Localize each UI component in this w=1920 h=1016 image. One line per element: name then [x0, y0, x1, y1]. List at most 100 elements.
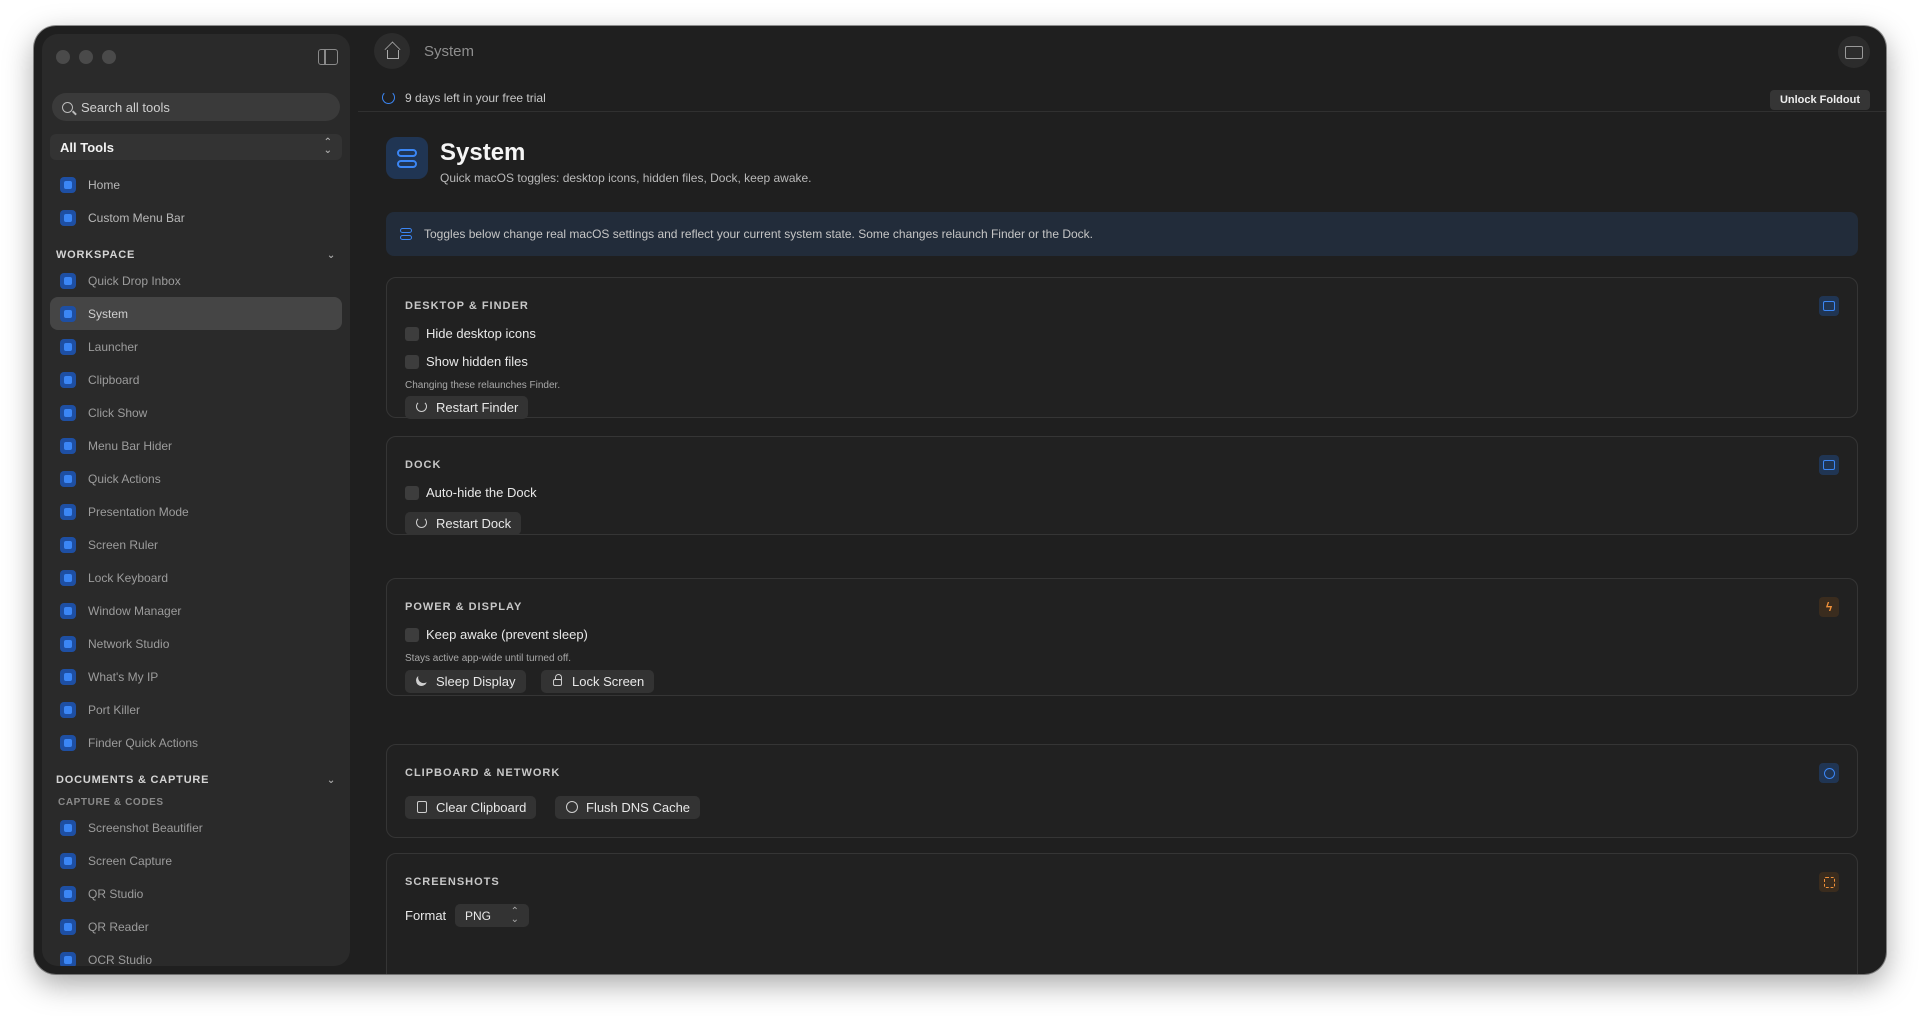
command-icon	[60, 338, 76, 355]
checkbox-label: Auto-hide the Dock	[426, 485, 537, 500]
sidebar-item-label: Network Studio	[88, 636, 170, 651]
checkbox[interactable]	[405, 326, 419, 341]
sidebar-item-custom-menu-bar[interactable]: Custom Menu Bar	[50, 201, 342, 234]
card-screenshots: SCREENSHOTS Format PNG ⌃ ⌄	[386, 853, 1858, 974]
sidebar-item-port-killer[interactable]: Port Killer	[50, 693, 342, 726]
bolt-icon: ϟ	[1819, 597, 1839, 617]
clipboard-icon	[416, 801, 427, 813]
sidebar-item-qr-studio[interactable]: QR Studio	[50, 877, 342, 910]
section-workspace[interactable]: WORKSPACE ⌄	[50, 238, 342, 264]
card-power-display: POWER & DISPLAY ϟ Keep awake (prevent sl…	[386, 578, 1858, 696]
format-label: Format	[405, 908, 447, 923]
sidebar-item-network-studio[interactable]: Network Studio	[50, 627, 342, 660]
close-window-button[interactable]	[56, 50, 70, 64]
button-label: Restart Finder	[436, 400, 519, 415]
lock-icon	[553, 674, 562, 686]
home-button[interactable]	[374, 33, 410, 69]
restart-dock-button[interactable]: Restart Dock	[405, 512, 522, 535]
capture-icon	[60, 852, 76, 869]
checkbox-label: Show hidden files	[426, 354, 528, 369]
content-scroll[interactable]: System Quick macOS toggles: desktop icon…	[358, 113, 1886, 974]
app-window: Search all tools All Tools ⌃ ⌄ Home Custo…	[34, 26, 1886, 974]
sidebar-item-label: Screenshot Beautifier	[88, 820, 203, 835]
timer-icon	[382, 91, 395, 104]
sidebar-item-label: What's My IP	[88, 669, 159, 684]
sidebar-item-clipboard[interactable]: Clipboard	[50, 363, 342, 396]
qr-code-icon	[60, 885, 76, 902]
sidebar-item-screenshot-beautifier[interactable]: Screenshot Beautifier	[50, 811, 342, 844]
sleep-display-button[interactable]: Sleep Display	[405, 670, 526, 693]
inbox-icon	[60, 272, 76, 289]
sidebar-item-menu-bar-hider[interactable]: Menu Bar Hider	[50, 429, 342, 462]
sidebar-item-label: Home	[88, 177, 121, 192]
moon-icon	[414, 673, 428, 687]
sidebar-item-label: QR Reader	[88, 919, 149, 934]
sidebar-item-whats-my-ip[interactable]: What's My IP	[50, 660, 342, 693]
unlock-button[interactable]: Unlock Foldout	[1769, 90, 1870, 110]
zoom-window-button[interactable]	[102, 50, 116, 64]
minimize-window-button[interactable]	[79, 50, 93, 64]
lock-screen-button[interactable]: Lock Screen	[541, 670, 655, 693]
chevron-down-icon: ⌄	[326, 775, 336, 786]
sidebar-item-presentation-mode[interactable]: Presentation Mode	[50, 495, 342, 528]
format-select[interactable]: PNG ⌃ ⌄	[455, 904, 529, 927]
button-label: Clear Clipboard	[436, 800, 527, 815]
globe-icon	[565, 801, 578, 813]
screen-share-button[interactable]	[1838, 36, 1870, 68]
globe-icon	[1819, 763, 1839, 783]
gear-icon	[60, 734, 76, 751]
sidebar-item-quick-actions[interactable]: Quick Actions	[50, 462, 342, 495]
chevron-updown-icon: ⌃ ⌄	[323, 137, 332, 156]
window-controls	[56, 50, 116, 64]
sidebar-item-quick-drop-inbox[interactable]: Quick Drop Inbox	[50, 264, 342, 297]
format-value: PNG	[465, 908, 492, 923]
checkbox[interactable]	[405, 485, 419, 500]
sidebar-item-label: QR Studio	[88, 886, 144, 901]
button-label: Restart Dock	[436, 516, 512, 531]
sidebar-item-label: Window Manager	[88, 603, 182, 618]
sidebar-item-click-show[interactable]: Click Show	[50, 396, 342, 429]
sidebar-item-ocr-studio[interactable]: OCR Studio	[50, 943, 342, 966]
sidebar-toggle-icon[interactable]	[318, 49, 338, 65]
sidebar-item-screen-capture[interactable]: Screen Capture	[50, 844, 342, 877]
sidebar-item-label: Port Killer	[88, 702, 141, 717]
sidebar-item-finder-quick-actions[interactable]: Finder Quick Actions	[50, 726, 342, 759]
sidebar-item-label: OCR Studio	[88, 952, 153, 967]
tool-scope-select[interactable]: All Tools ⌃ ⌄	[50, 134, 342, 160]
sidebar-item-qr-reader[interactable]: QR Reader	[50, 910, 342, 943]
globe-icon	[60, 635, 76, 652]
clear-clipboard-button[interactable]: Clear Clipboard	[405, 796, 537, 819]
card-clipboard-network: CLIPBOARD & NETWORK Clear Clipboard Flus…	[386, 744, 1858, 838]
card-desktop-finder: DESKTOP & FINDER Hide desktop icons Show…	[386, 277, 1858, 419]
sidebar-item-lock-keyboard[interactable]: Lock Keyboard	[50, 561, 342, 594]
search-input[interactable]: Search all tools	[52, 93, 340, 121]
keep-awake-checkbox[interactable]: Keep awake (prevent sleep)	[405, 627, 588, 642]
sidebar-item-label: Finder Quick Actions	[88, 735, 199, 750]
hint-text: Changing these relaunches Finder.	[405, 380, 561, 391]
checkbox[interactable]	[405, 354, 419, 369]
flush-dns-button[interactable]: Flush DNS Cache	[555, 796, 701, 819]
sidebar-item-label: Quick Actions	[88, 471, 161, 486]
hint-text: Stays active app-wide until turned off.	[405, 653, 572, 664]
toolbar: System	[358, 26, 1886, 76]
toggles-icon	[386, 137, 428, 179]
section-documents-capture[interactable]: DOCUMENTS & CAPTURE ⌄	[50, 763, 342, 789]
sidebar-item-system[interactable]: System	[50, 297, 342, 330]
sidebar-item-home[interactable]: Home	[50, 168, 342, 201]
sidebar-item-label: Presentation Mode	[88, 504, 189, 519]
card-title: DOCK	[405, 459, 442, 471]
sidebar-item-window-manager[interactable]: Window Manager	[50, 594, 342, 627]
subsection-capture-codes: CAPTURE & CODES	[58, 797, 164, 808]
show-hidden-files-checkbox[interactable]: Show hidden files	[405, 354, 528, 369]
checkbox[interactable]	[405, 627, 419, 642]
display-icon	[1819, 296, 1839, 316]
tool-scope-value: All Tools	[60, 139, 114, 155]
sidebar-item-screen-ruler[interactable]: Screen Ruler	[50, 528, 342, 561]
autohide-dock-checkbox[interactable]: Auto-hide the Dock	[405, 485, 537, 500]
card-title: POWER & DISPLAY	[405, 601, 523, 613]
sidebar-item-launcher[interactable]: Launcher	[50, 330, 342, 363]
presentation-icon	[60, 503, 76, 520]
restart-finder-button[interactable]: Restart Finder	[405, 396, 529, 419]
main-panel: System 9 days left in your free trial Un…	[358, 26, 1886, 974]
hide-desktop-icons-checkbox[interactable]: Hide desktop icons	[405, 326, 536, 341]
